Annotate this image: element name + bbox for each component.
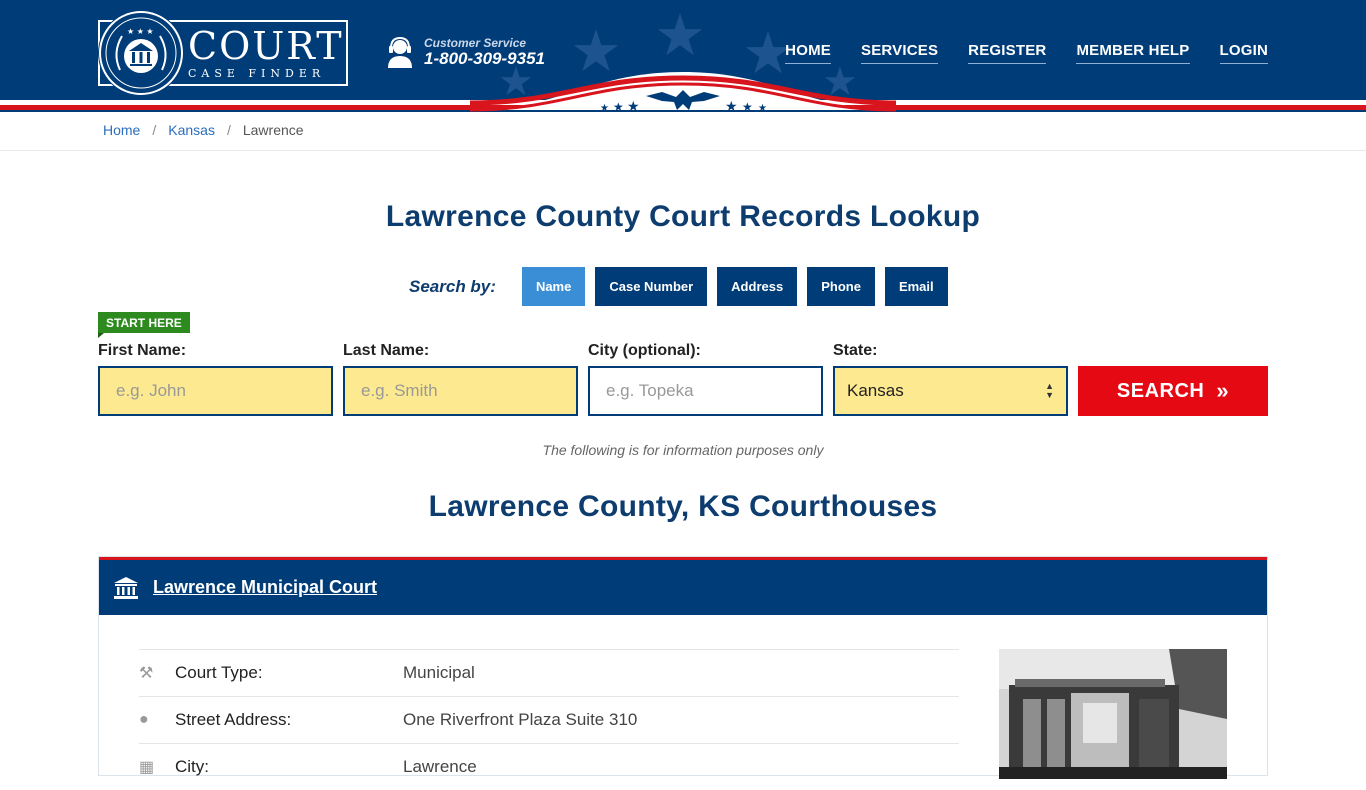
state-group: State: Kansas ▲ ▼	[833, 342, 1068, 416]
court-card: Lawrence Municipal Court ⚒ Court Type: M…	[98, 556, 1268, 779]
gavel-icon: ⚒	[139, 665, 154, 682]
courthouse-photo	[999, 649, 1227, 779]
nav-services[interactable]: SERVICES	[860, 42, 939, 64]
nav-register[interactable]: REGISTER	[968, 42, 1047, 64]
breadcrumb-separator: /	[226, 122, 231, 138]
detail-value: Municipal	[403, 663, 475, 682]
last-name-label: Last Name:	[343, 342, 430, 359]
courthouse-icon	[114, 576, 138, 599]
logo-finder-text: CASE FINDER	[188, 66, 326, 80]
detail-row: ⚒ Court Type: Municipal	[139, 649, 959, 696]
detail-key: City:	[175, 757, 209, 776]
first-name-group: First Name: e.g. John	[98, 342, 333, 416]
search-button[interactable]: SEARCH »	[1078, 366, 1268, 416]
detail-key: Street Address:	[175, 710, 292, 729]
last-name-input[interactable]: e.g. Smith	[343, 366, 578, 416]
svg-text:★: ★	[742, 100, 753, 112]
city-group: City (optional): e.g. Topeka	[588, 342, 823, 416]
detail-key: Court Type:	[175, 663, 263, 682]
court-details: ⚒ Court Type: Municipal ● Street Address…	[139, 649, 959, 790]
svg-text:★: ★	[627, 99, 640, 112]
breadcrumb-current: Lawrence	[242, 122, 304, 138]
svg-text:★ ★ ★: ★ ★ ★	[127, 27, 154, 36]
search-by-label: Search by:	[409, 276, 496, 296]
breadcrumb-home[interactable]: Home	[103, 122, 140, 138]
first-name-input[interactable]: e.g. John	[98, 366, 333, 416]
select-arrows-icon: ▲ ▼	[1045, 381, 1054, 400]
breadcrumb: Home / Kansas / Lawrence	[103, 122, 304, 138]
city-label: City (optional):	[588, 342, 701, 359]
city-input[interactable]: e.g. Topeka	[588, 366, 823, 416]
tab-address[interactable]: Address	[717, 267, 798, 306]
breadcrumb-kansas[interactable]: Kansas	[168, 122, 215, 138]
courthouses-title: Lawrence County, KS Courthouses	[428, 490, 938, 523]
court-name-link[interactable]: Lawrence Municipal Court	[153, 577, 377, 598]
court-card-header: Lawrence Municipal Court	[99, 557, 1267, 615]
breadcrumb-divider	[0, 150, 1366, 151]
map-pin-icon: ●	[139, 711, 149, 728]
first-name-label: First Name:	[98, 342, 187, 359]
tab-phone[interactable]: Phone	[807, 267, 875, 306]
headset-icon	[388, 36, 412, 68]
state-label: State:	[833, 342, 878, 359]
customer-service-phone[interactable]: 1-800-309-9351	[424, 50, 545, 68]
main-nav: HOME SERVICES REGISTER MEMBER HELP LOGIN	[785, 42, 1268, 64]
state-select[interactable]: Kansas ▲ ▼	[833, 366, 1068, 416]
svg-text:★: ★	[725, 99, 738, 112]
nav-login[interactable]: LOGIN	[1219, 42, 1268, 64]
info-note: The following is for information purpose…	[542, 442, 824, 458]
courthouse-seal-icon: ★ ★ ★	[99, 11, 183, 95]
nav-member-help[interactable]: MEMBER HELP	[1076, 42, 1190, 64]
detail-value: Lawrence	[403, 757, 477, 776]
last-name-group: Last Name: e.g. Smith	[343, 342, 578, 416]
detail-row: ● Street Address: One Riverfront Plaza S…	[139, 696, 959, 743]
svg-text:★: ★	[758, 103, 767, 112]
detail-row: ▦ City: Lawrence	[139, 743, 959, 790]
site-header: ★ ★ ★ ★ ★ ★ ★ ★ ★ ★ ★ ★ ★ ★ COURT CASE F…	[0, 0, 1366, 112]
city-icon: ▦	[139, 759, 155, 776]
search-by-tabs: Search by: Name Case Number Address Phon…	[409, 267, 958, 306]
page-title: Lawrence County Court Records Lookup	[385, 200, 981, 233]
logo-court-text: COURT	[188, 23, 344, 68]
svg-text:★: ★	[600, 103, 609, 112]
start-here-badge: START HERE	[98, 312, 190, 338]
nav-home[interactable]: HOME	[785, 42, 831, 64]
double-chevron-right-icon: »	[1216, 378, 1230, 403]
tab-name[interactable]: Name	[521, 267, 586, 306]
search-button-label: SEARCH	[1116, 379, 1205, 402]
breadcrumb-separator: /	[152, 122, 157, 138]
customer-service-label: Customer Service	[424, 36, 527, 50]
logo-seal: ★ ★ ★	[98, 10, 184, 96]
detail-value: One Riverfront Plaza Suite 310	[403, 710, 638, 729]
customer-service[interactable]: Customer Service 1-800-309-9351	[386, 36, 545, 68]
svg-text:★: ★	[613, 100, 624, 112]
tab-email[interactable]: Email	[884, 267, 948, 306]
state-select-value: Kansas	[847, 381, 904, 400]
site-logo[interactable]: ★ ★ ★ COURT CASE FINDER	[98, 10, 348, 96]
tab-case-number[interactable]: Case Number	[595, 267, 708, 306]
